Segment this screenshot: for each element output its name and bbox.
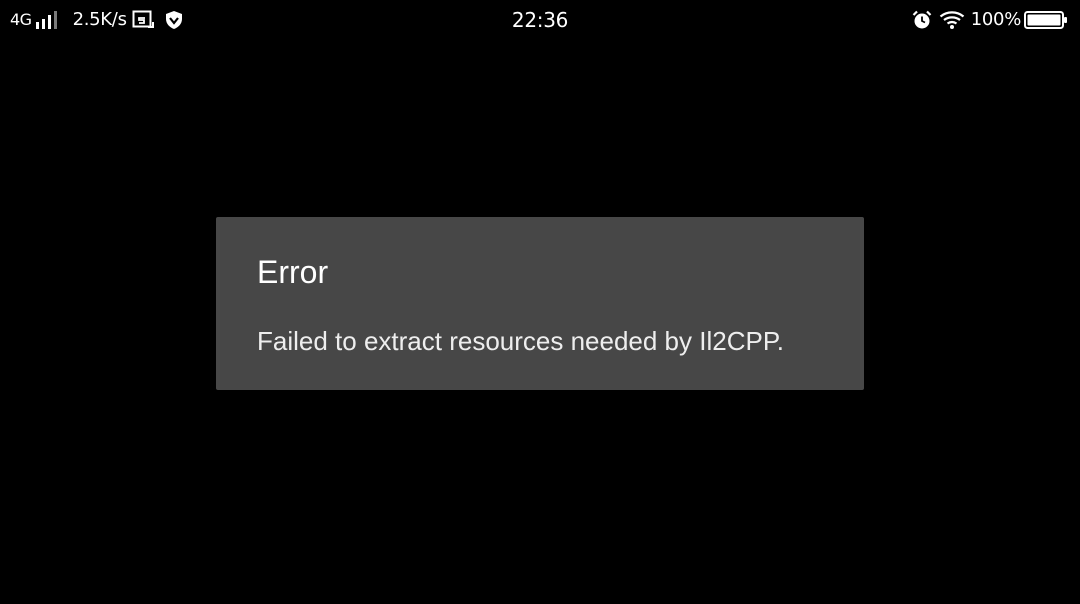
status-bar-right: 100% [912,8,1068,32]
wifi-icon [939,10,965,30]
status-bar: 4G 2.5K/s 22:36 100% [0,0,1080,40]
screenshot-icon [132,10,154,30]
network-type-label: 4G [10,10,32,29]
alarm-clock-icon [912,10,932,30]
status-bar-left: 4G 2.5K/s [10,8,184,32]
signal-strength-icon [35,11,60,29]
net-speed-label: 2.5K/s [72,9,127,30]
dialog-title: Error [257,254,329,290]
status-bar-clock: 22:36 [511,8,569,32]
battery-level-label: 100% [970,9,1022,30]
battery-icon [1024,10,1068,30]
vpn-shield-icon [164,10,184,30]
error-dialog: Error Failed to extract resources needed… [216,217,864,390]
dialog-message: Failed to extract resources needed by Il… [257,326,785,356]
